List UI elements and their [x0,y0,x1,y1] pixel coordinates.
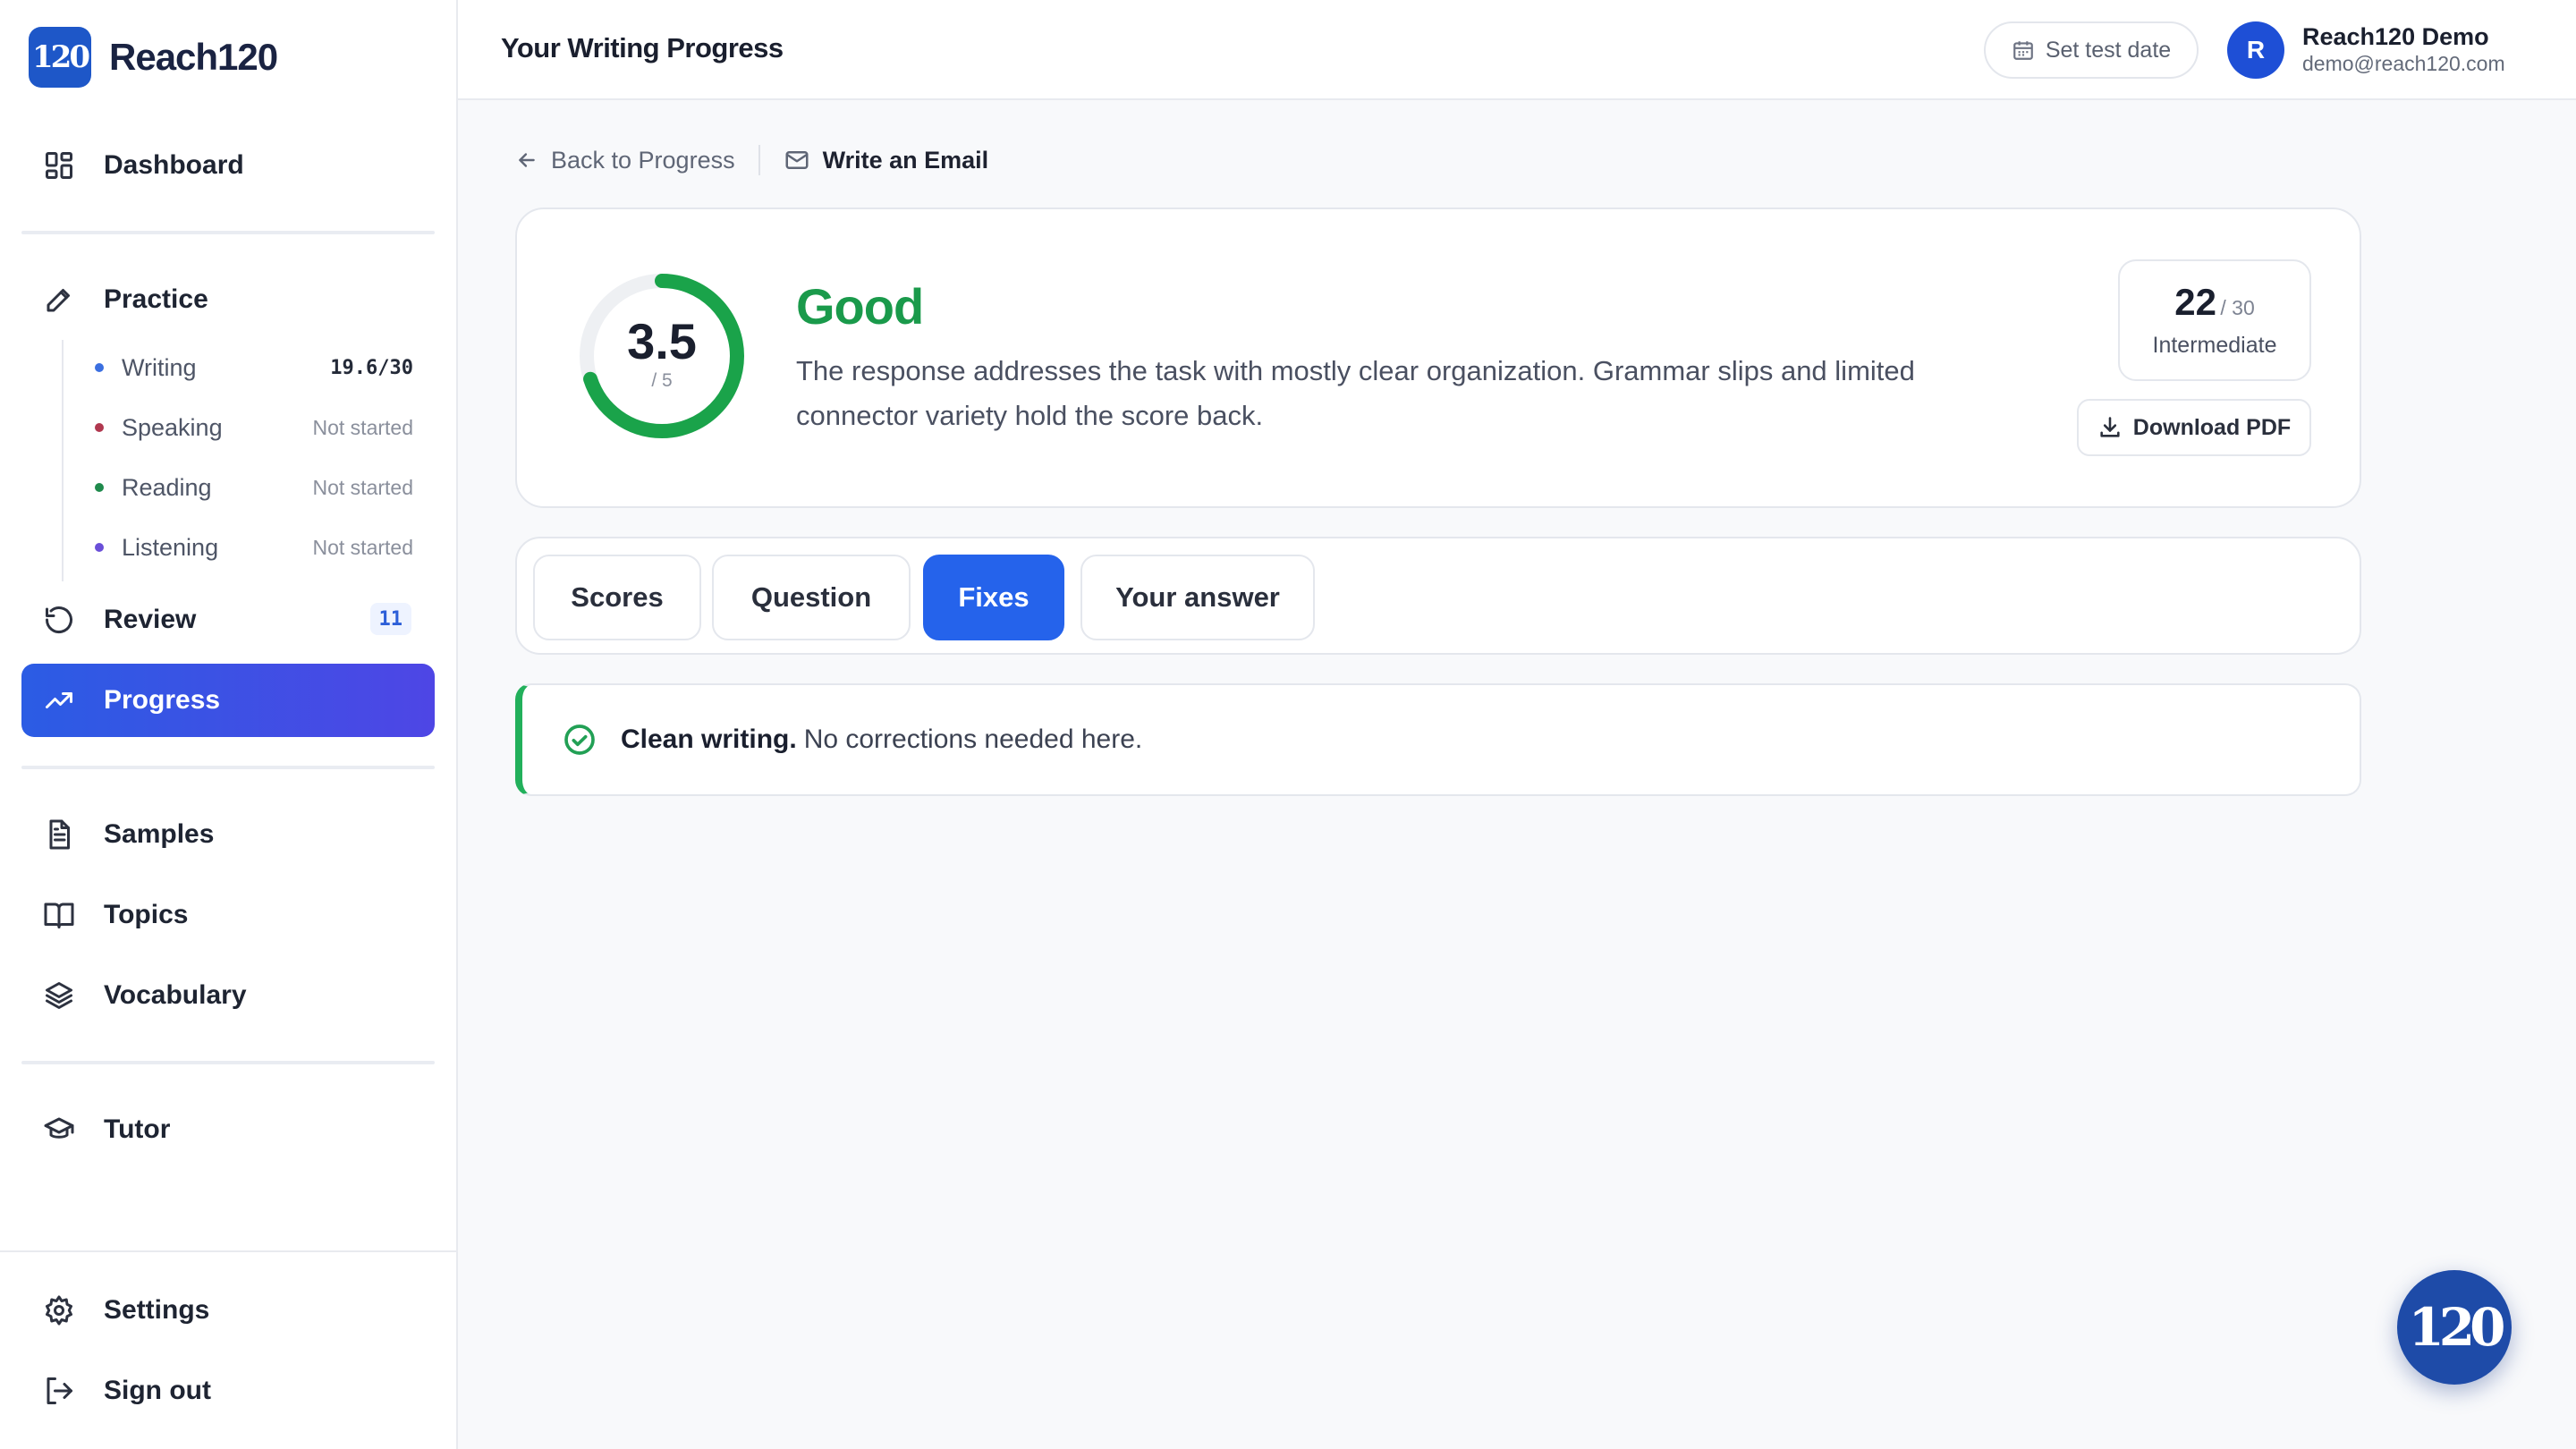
tab-question[interactable]: Question [712,555,911,640]
practice-item-label: Writing [122,353,197,381]
gear-icon [41,1292,77,1328]
calendar-icon [2012,41,2033,60]
history-icon [41,602,77,638]
practice-item-listening[interactable]: Listening Not started [95,525,426,570]
document-icon [41,817,77,852]
practice-item-status: Not started [312,415,414,439]
nav-topics-label: Topics [104,900,189,929]
practice-item-status: Not started [312,535,414,559]
practice-item-status: Not started [312,475,414,499]
sidebar-divider [21,231,435,234]
tab-fixes[interactable]: Fixes [923,555,1064,640]
pencil-icon [41,282,77,318]
level-name: Intermediate [2152,333,2277,358]
set-test-date-button[interactable]: Set test date [1984,21,2199,79]
trending-up-icon [41,682,77,718]
score-max: / 5 [651,370,673,391]
nav-review[interactable]: Review 11 [21,583,435,657]
sidebar-divider [21,1061,435,1064]
practice-item-reading[interactable]: Reading Not started [95,465,426,510]
fixes-message: No corrections needed here. [803,724,1143,754]
avatar[interactable]: R [2227,21,2284,79]
level-score-box: 22 / 30 Intermediate [2118,259,2311,381]
nav-dashboard[interactable]: Dashboard [21,129,435,202]
tab-your-answer[interactable]: Your answer [1080,555,1315,640]
back-to-progress-link[interactable]: Back to Progress [515,147,735,174]
check-circle-icon [564,724,595,755]
graduation-cap-icon [41,1112,77,1148]
practice-item-label: Speaking [122,413,223,441]
tab-scores[interactable]: Scores [533,555,701,640]
level-score-max: / 30 [2220,296,2255,319]
listening-dot [95,543,104,552]
top-header: Your Writing Progress Set test date R Re… [458,0,2576,100]
practice-tree-line [62,340,64,581]
reading-dot [95,483,104,492]
download-pdf-button[interactable]: Download PDF [2077,399,2311,456]
arrow-left-icon [519,153,535,167]
mail-icon [785,151,809,169]
download-pdf-label: Download PDF [2132,414,2292,440]
nav-tutor-label: Tutor [104,1114,171,1144]
breadcrumb: Back to Progress Write an Email [515,143,988,177]
nav-dashboard-label: Dashboard [104,150,244,180]
book-open-icon [41,897,77,933]
nav-samples-label: Samples [104,819,215,849]
download-icon [2100,417,2120,437]
user-email: demo@reach120.com [2302,52,2505,75]
practice-item-label: Reading [122,473,212,501]
nav-settings[interactable]: Settings [21,1274,435,1347]
speaking-dot [95,423,104,432]
nav-settings-label: Settings [104,1295,210,1325]
nav-topics[interactable]: Topics [21,878,435,952]
nav-samples[interactable]: Samples [21,798,435,871]
brand-logo: 120 [29,27,91,88]
tab-label: Your answer [1115,581,1280,613]
nav-vocabulary[interactable]: Vocabulary [21,959,435,1032]
page-title: Your Writing Progress [501,32,784,64]
dashboard-icon [41,148,77,183]
writing-dot [95,363,104,372]
tab-label: Scores [571,581,664,613]
score-summary-card: 3.5 / 5 Good The response addresses the … [515,208,2361,508]
review-count-badge: 11 [369,603,411,635]
tab-label: Fixes [958,581,1030,613]
practice-item-label: Listening [122,533,219,561]
fixes-panel: Clean writing. No corrections needed her… [515,683,2361,796]
grade-label: Good [796,278,924,335]
breadcrumb-separator [758,145,760,175]
nav-progress[interactable]: Progress [21,664,435,737]
fixes-title: Clean writing. [621,724,797,754]
nav-sign-out[interactable]: Sign out [21,1354,435,1428]
brand[interactable]: 120 Reach120 [29,27,278,88]
nav-practice-label: Practice [104,284,208,314]
feedback-text: The response addresses the task with mos… [796,355,1915,431]
sidebar-footer-divider [0,1250,456,1252]
breadcrumb-current-label: Write an Email [822,146,989,174]
floating-tutor-button[interactable]: 120 [2397,1270,2512,1385]
nav-progress-label: Progress [104,685,221,715]
practice-item-speaking[interactable]: Speaking Not started [95,405,426,450]
breadcrumb-current: Write an Email [784,146,989,174]
tab-label: Question [750,581,872,613]
level-score: 22 / 30 [2120,281,2309,324]
practice-item-status: 19.6/30 [330,356,413,379]
result-tabs: Scores Question Fixes Your answer [515,537,2361,655]
practice-item-writing[interactable]: Writing 19.6/30 [95,345,426,390]
back-link-label: Back to Progress [551,146,735,174]
level-score-value: 22 [2174,281,2216,323]
sidebar: 120 Reach120 Dashboard Practice Writing … [0,0,458,1449]
nav-practice[interactable]: Practice [21,263,435,336]
nav-sign-out-label: Sign out [104,1376,211,1405]
score-value: 3.5 [627,313,697,369]
sidebar-divider [21,766,435,769]
nav-tutor[interactable]: Tutor [21,1093,435,1166]
brand-name: Reach120 [109,36,278,78]
layers-icon [41,978,77,1013]
user-name: Reach120 Demo [2302,23,2489,50]
set-test-date-label: Set test date [2045,37,2172,63]
logout-icon [41,1373,77,1409]
nav-review-label: Review [104,605,197,634]
nav-vocabulary-label: Vocabulary [104,980,247,1010]
